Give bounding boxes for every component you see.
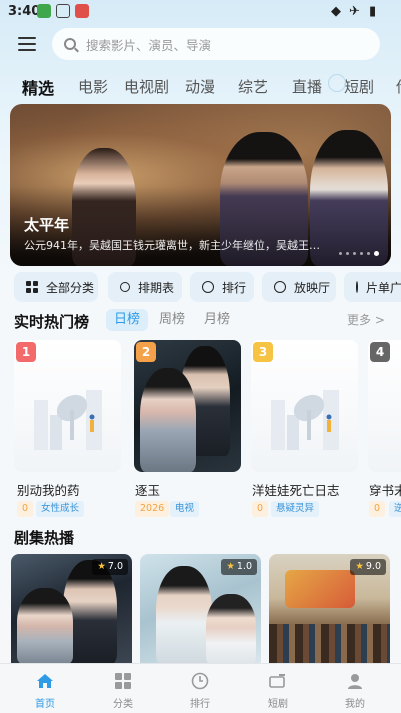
battery-icon: ▮ bbox=[369, 4, 377, 19]
status-bar: 3:40 ◆ ✈ ▮ bbox=[0, 0, 401, 26]
cube-icon bbox=[56, 4, 70, 18]
search-icon bbox=[120, 282, 130, 292]
ranking-item-name[interactable]: 别动我的药 bbox=[17, 480, 80, 499]
tag-count: 0 bbox=[252, 501, 269, 517]
quick-actions: 全部分类 排期表 排行 放映厅 片单广 bbox=[14, 272, 401, 302]
tab-anime[interactable]: 动漫 bbox=[185, 76, 215, 97]
video-icon bbox=[269, 674, 285, 688]
rating-badge: ★ 9.0 bbox=[350, 559, 386, 575]
bottom-navigation: 首页 分类 排行 短剧 我的 bbox=[0, 663, 401, 713]
menu-button[interactable] bbox=[14, 34, 40, 54]
ranking-card[interactable]: 4 bbox=[368, 340, 401, 472]
poster-figure-man bbox=[156, 566, 212, 664]
more-link[interactable]: 更多 > bbox=[347, 311, 385, 328]
ranking-card[interactable]: 3 bbox=[251, 340, 358, 472]
tab-more-partial[interactable]: 传 bbox=[396, 76, 401, 97]
tag-count: 0 bbox=[369, 501, 386, 517]
drama-card[interactable]: ★ 7.0 bbox=[11, 554, 132, 664]
drama-card[interactable]: ★ 1.0 bbox=[140, 554, 261, 664]
ranking-icon bbox=[202, 281, 214, 293]
ranking-card[interactable]: 1 bbox=[14, 340, 121, 472]
all-categories-button[interactable]: 全部分类 bbox=[14, 272, 98, 302]
airplane-icon: ✈ bbox=[349, 4, 360, 19]
nav-home[interactable]: 首页 bbox=[15, 664, 75, 713]
tab-featured[interactable]: 精选 bbox=[22, 75, 54, 99]
tab-movies[interactable]: 电影 bbox=[78, 76, 108, 97]
rank-badge: 2 bbox=[136, 342, 156, 362]
poster-figure-woman bbox=[17, 588, 73, 664]
rating-badge: ★ 1.0 bbox=[221, 559, 257, 575]
nav-ranking[interactable]: 排行 bbox=[170, 664, 230, 713]
tag-genre: 悬疑灵异 bbox=[271, 501, 320, 517]
poster-figure-woman bbox=[206, 594, 256, 664]
rank-badge: 3 bbox=[253, 342, 273, 362]
wifi-icon: ◆ bbox=[331, 4, 341, 19]
rank-badge: 1 bbox=[16, 342, 36, 362]
ranking-icon bbox=[191, 672, 209, 690]
schedule-button[interactable]: 排期表 bbox=[108, 272, 182, 302]
tag-count: 0 bbox=[17, 501, 34, 517]
banner-title: 太平年 bbox=[24, 216, 70, 234]
app-notification-icon bbox=[37, 4, 51, 18]
banner-pagination bbox=[339, 251, 379, 256]
ranking-item-name[interactable]: 逐玉 bbox=[135, 480, 160, 499]
ranking-item-name[interactable]: 穿书末 bbox=[369, 480, 401, 499]
banner-description: 公元941年，吴越国王钱元瓘离世，新主少年继位，吴越王… bbox=[24, 239, 320, 252]
poster-title-art bbox=[285, 570, 355, 608]
tab-weekly[interactable]: 周榜 bbox=[159, 309, 185, 331]
playlist-button[interactable]: 片单广 bbox=[344, 272, 401, 302]
hot-ranking-title: 实时热门榜 bbox=[14, 313, 90, 331]
tab-live[interactable]: 直播 bbox=[292, 76, 322, 97]
history-icon bbox=[356, 281, 358, 293]
star-icon: ★ bbox=[355, 561, 364, 572]
poster-crowd bbox=[269, 624, 390, 664]
tab-indicator-circle bbox=[328, 74, 346, 92]
drama-section-title: 剧集热播 bbox=[14, 529, 75, 547]
clock-icon bbox=[274, 281, 286, 293]
poster-figure-woman bbox=[140, 368, 196, 472]
screening-hall-button[interactable]: 放映厅 bbox=[262, 272, 336, 302]
star-icon: ★ bbox=[226, 561, 235, 572]
nav-categories[interactable]: 分类 bbox=[93, 664, 153, 713]
game-icon bbox=[75, 4, 89, 18]
tab-daily[interactable]: 日榜 bbox=[106, 309, 149, 331]
search-placeholder: 搜索影片、演员、导演 bbox=[86, 37, 212, 53]
tab-variety[interactable]: 综艺 bbox=[238, 76, 268, 97]
rank-badge: 4 bbox=[370, 342, 390, 362]
home-icon bbox=[37, 674, 53, 688]
drama-card[interactable]: ★ 9.0 bbox=[269, 554, 390, 664]
tag-year: 2026 bbox=[135, 501, 170, 517]
nav-profile[interactable]: 我的 bbox=[325, 664, 385, 713]
search-input[interactable]: 搜索影片、演员、导演 bbox=[52, 28, 380, 60]
star-icon: ★ bbox=[97, 561, 106, 572]
search-icon bbox=[64, 38, 76, 50]
featured-banner[interactable]: 太平年 公元941年，吴越国王钱元瓘离世，新主少年继位，吴越王… bbox=[10, 104, 391, 266]
tag-genre: 电视 bbox=[170, 501, 200, 517]
grid-icon bbox=[26, 281, 38, 293]
ranking-item-name[interactable]: 洋娃娃死亡日志 bbox=[252, 480, 340, 499]
tag-genre: 逆 bbox=[389, 501, 401, 517]
grid-icon bbox=[115, 673, 131, 689]
tab-short-drama[interactable]: 短剧 bbox=[344, 76, 374, 97]
tab-monthly[interactable]: 月榜 bbox=[204, 309, 230, 331]
ranking-button[interactable]: 排行 bbox=[190, 272, 254, 302]
rating-badge: ★ 7.0 bbox=[92, 559, 128, 575]
tag-genre: 女性成长 bbox=[36, 501, 85, 517]
nav-short-drama[interactable]: 短剧 bbox=[248, 664, 308, 713]
tab-tv-series[interactable]: 电视剧 bbox=[124, 76, 169, 97]
ranking-card[interactable]: 2 bbox=[134, 340, 241, 472]
user-icon bbox=[348, 674, 362, 689]
status-time: 3:40 bbox=[8, 4, 41, 19]
